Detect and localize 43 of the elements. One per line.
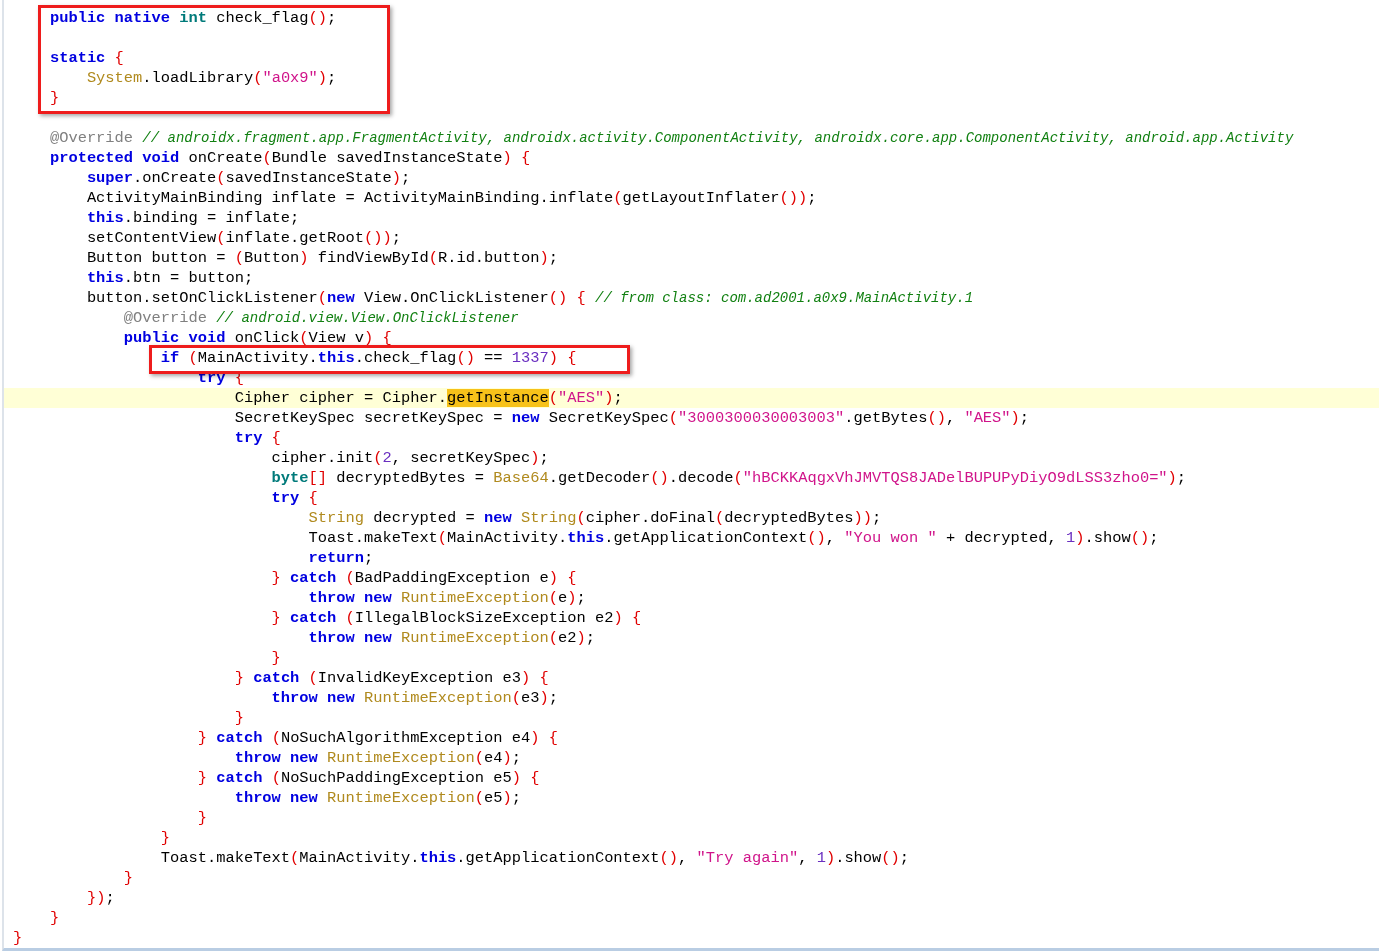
code-line: } <box>48 908 61 928</box>
code-line: } catch (NoSuchAlgorithmException e4) { <box>196 728 559 748</box>
code-line: try { <box>233 428 282 448</box>
code-line: throw new RuntimeException(e5); <box>233 788 523 808</box>
code-line: } <box>233 708 245 728</box>
code-line: button.setOnClickListener(new View.OnClickListener() { // from class: com.ad2001.a0x9.MainActivity.1 <box>85 288 975 308</box>
code-line: cipher.init(2, secretKeySpec); <box>270 448 550 468</box>
code-line: @Override // androidx.fragment.app.FragmentActivity, androidx.activity.ComponentActivity, androidx.core.app.ComponentActivity, android.app.Activity <box>48 128 1295 148</box>
code-line: super.onCreate(savedInstanceState); <box>85 168 412 188</box>
code-line: this.binding = inflate; <box>85 208 301 228</box>
code-line: if (MainActivity.this.check_flag() == 1337) { <box>159 348 578 368</box>
code-line: this.btn = button; <box>85 268 255 288</box>
code-line: String decrypted = new String(cipher.doFinal(decryptedBytes)); <box>307 508 883 528</box>
code-line: throw new RuntimeException(e2); <box>307 628 596 648</box>
code-line: Toast.makeText(MainActivity.this.getApplicationContext(), "You won " + decrypted, 1).show(); <box>307 528 1160 548</box>
code-line: } <box>270 648 282 668</box>
code-line: throw new RuntimeException(e3); <box>270 688 559 708</box>
code-line: public native int check_flag(); <box>48 8 338 28</box>
code-line: } <box>12 928 24 948</box>
code-line: } catch (BadPaddingException e) { <box>270 568 578 588</box>
code-line: } <box>196 808 208 828</box>
code-line: static { <box>48 48 125 68</box>
code-line: } catch (NoSuchPaddingException e5) { <box>196 768 541 788</box>
code-line: Toast.makeText(MainActivity.this.getApplicationContext(), "Try again", 1).show(); <box>159 848 911 868</box>
code-line: } <box>159 828 172 848</box>
code-line: } <box>122 868 135 888</box>
code-line: @Override // android.view.View.OnClickListener <box>122 308 520 328</box>
code-line: try { <box>270 488 319 508</box>
code-line: ActivityMainBinding inflate = ActivityMainBinding.inflate(getLayoutInflater()); <box>85 188 818 208</box>
code-line: } catch (IllegalBlockSizeException e2) { <box>270 608 643 628</box>
code-line: setContentView(inflate.getRoot()); <box>85 228 402 248</box>
code-line: SecretKeySpec secretKeySpec = new SecretKeySpec("3000300030003003".getBytes(), "AES"); <box>233 408 1031 428</box>
code-line: System.loadLibrary("a0x9"); <box>85 68 338 88</box>
code-line: throw new RuntimeException(e); <box>307 588 587 608</box>
code-line: byte[] decryptedBytes = Base64.getDecoder().decode("hBCKKAqgxVhJMVTQS8JADelBUPUPyDiyO9dLSS3zho0="); <box>270 468 1188 488</box>
code-line: }); <box>85 888 116 908</box>
code-line: public void onClick(View v) { <box>122 328 393 348</box>
code-line: Button button = (Button) findViewById(R.id.button); <box>85 248 560 268</box>
code-line: protected void onCreate(Bundle savedInstanceState) { <box>48 148 532 168</box>
code-line: return; <box>307 548 375 568</box>
code-line: } catch (InvalidKeyException e3) { <box>233 668 550 688</box>
code-line: throw new RuntimeException(e4); <box>233 748 523 768</box>
code-line: } <box>48 88 61 108</box>
